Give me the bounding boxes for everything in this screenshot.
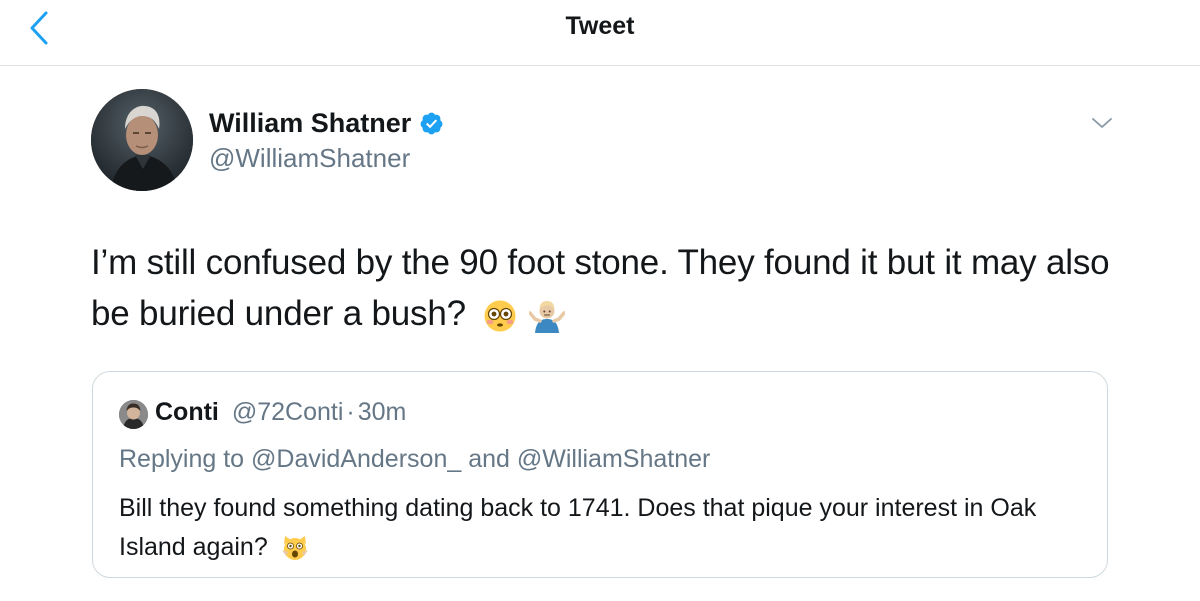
person-shrugging-emoji xyxy=(528,300,565,333)
author-name[interactable]: William Shatner xyxy=(209,108,411,139)
page-title: Tweet xyxy=(565,12,635,40)
reply-joiner: and xyxy=(461,445,517,473)
quoted-tweet-text: Bill they found something dating back to… xyxy=(119,494,1037,561)
quoted-timestamp[interactable]: 30m xyxy=(358,398,407,426)
flushed-face-emoji xyxy=(484,300,516,332)
author-avatar[interactable] xyxy=(91,89,193,191)
tweet-detail-screen: Tweet William Shatner @WilliamShatner I’… xyxy=(0,0,1200,601)
tweet-text: I’m still confused by the 90 foot stone.… xyxy=(91,243,1110,333)
quoted-author-avatar[interactable] xyxy=(119,400,148,429)
quoted-author-handle[interactable]: @72Conti xyxy=(232,398,344,426)
quoted-tweet-body: Bill they found something dating back to… xyxy=(119,489,1089,567)
quoted-tweet-card[interactable]: Conti @72Conti · 30m Replying to @DavidAnd… xyxy=(92,371,1108,578)
reply-mention-davidanderson[interactable]: @DavidAnderson_ xyxy=(251,445,461,473)
tweet-body: I’m still confused by the 90 foot stone.… xyxy=(91,237,1151,339)
more-options-button[interactable] xyxy=(1087,110,1117,136)
author-handle[interactable]: @WilliamShatner xyxy=(209,143,410,174)
screaming-cat-emoji xyxy=(281,536,308,561)
quoted-author-line: Conti @72Conti · 30m xyxy=(155,398,406,427)
chevron-down-icon xyxy=(1092,118,1112,128)
top-bar: Tweet xyxy=(0,0,1200,66)
replying-to-line: Replying to @DavidAnderson_ and @William… xyxy=(119,445,710,474)
replying-to-prefix: Replying to xyxy=(119,445,252,473)
reply-mention-williamshatner[interactable]: @WilliamShatner xyxy=(517,445,710,473)
author-name-row: William Shatner xyxy=(209,106,444,140)
separator-dot: · xyxy=(346,398,355,426)
verified-badge-icon xyxy=(420,112,443,134)
quoted-author-name[interactable]: Conti xyxy=(155,398,219,426)
